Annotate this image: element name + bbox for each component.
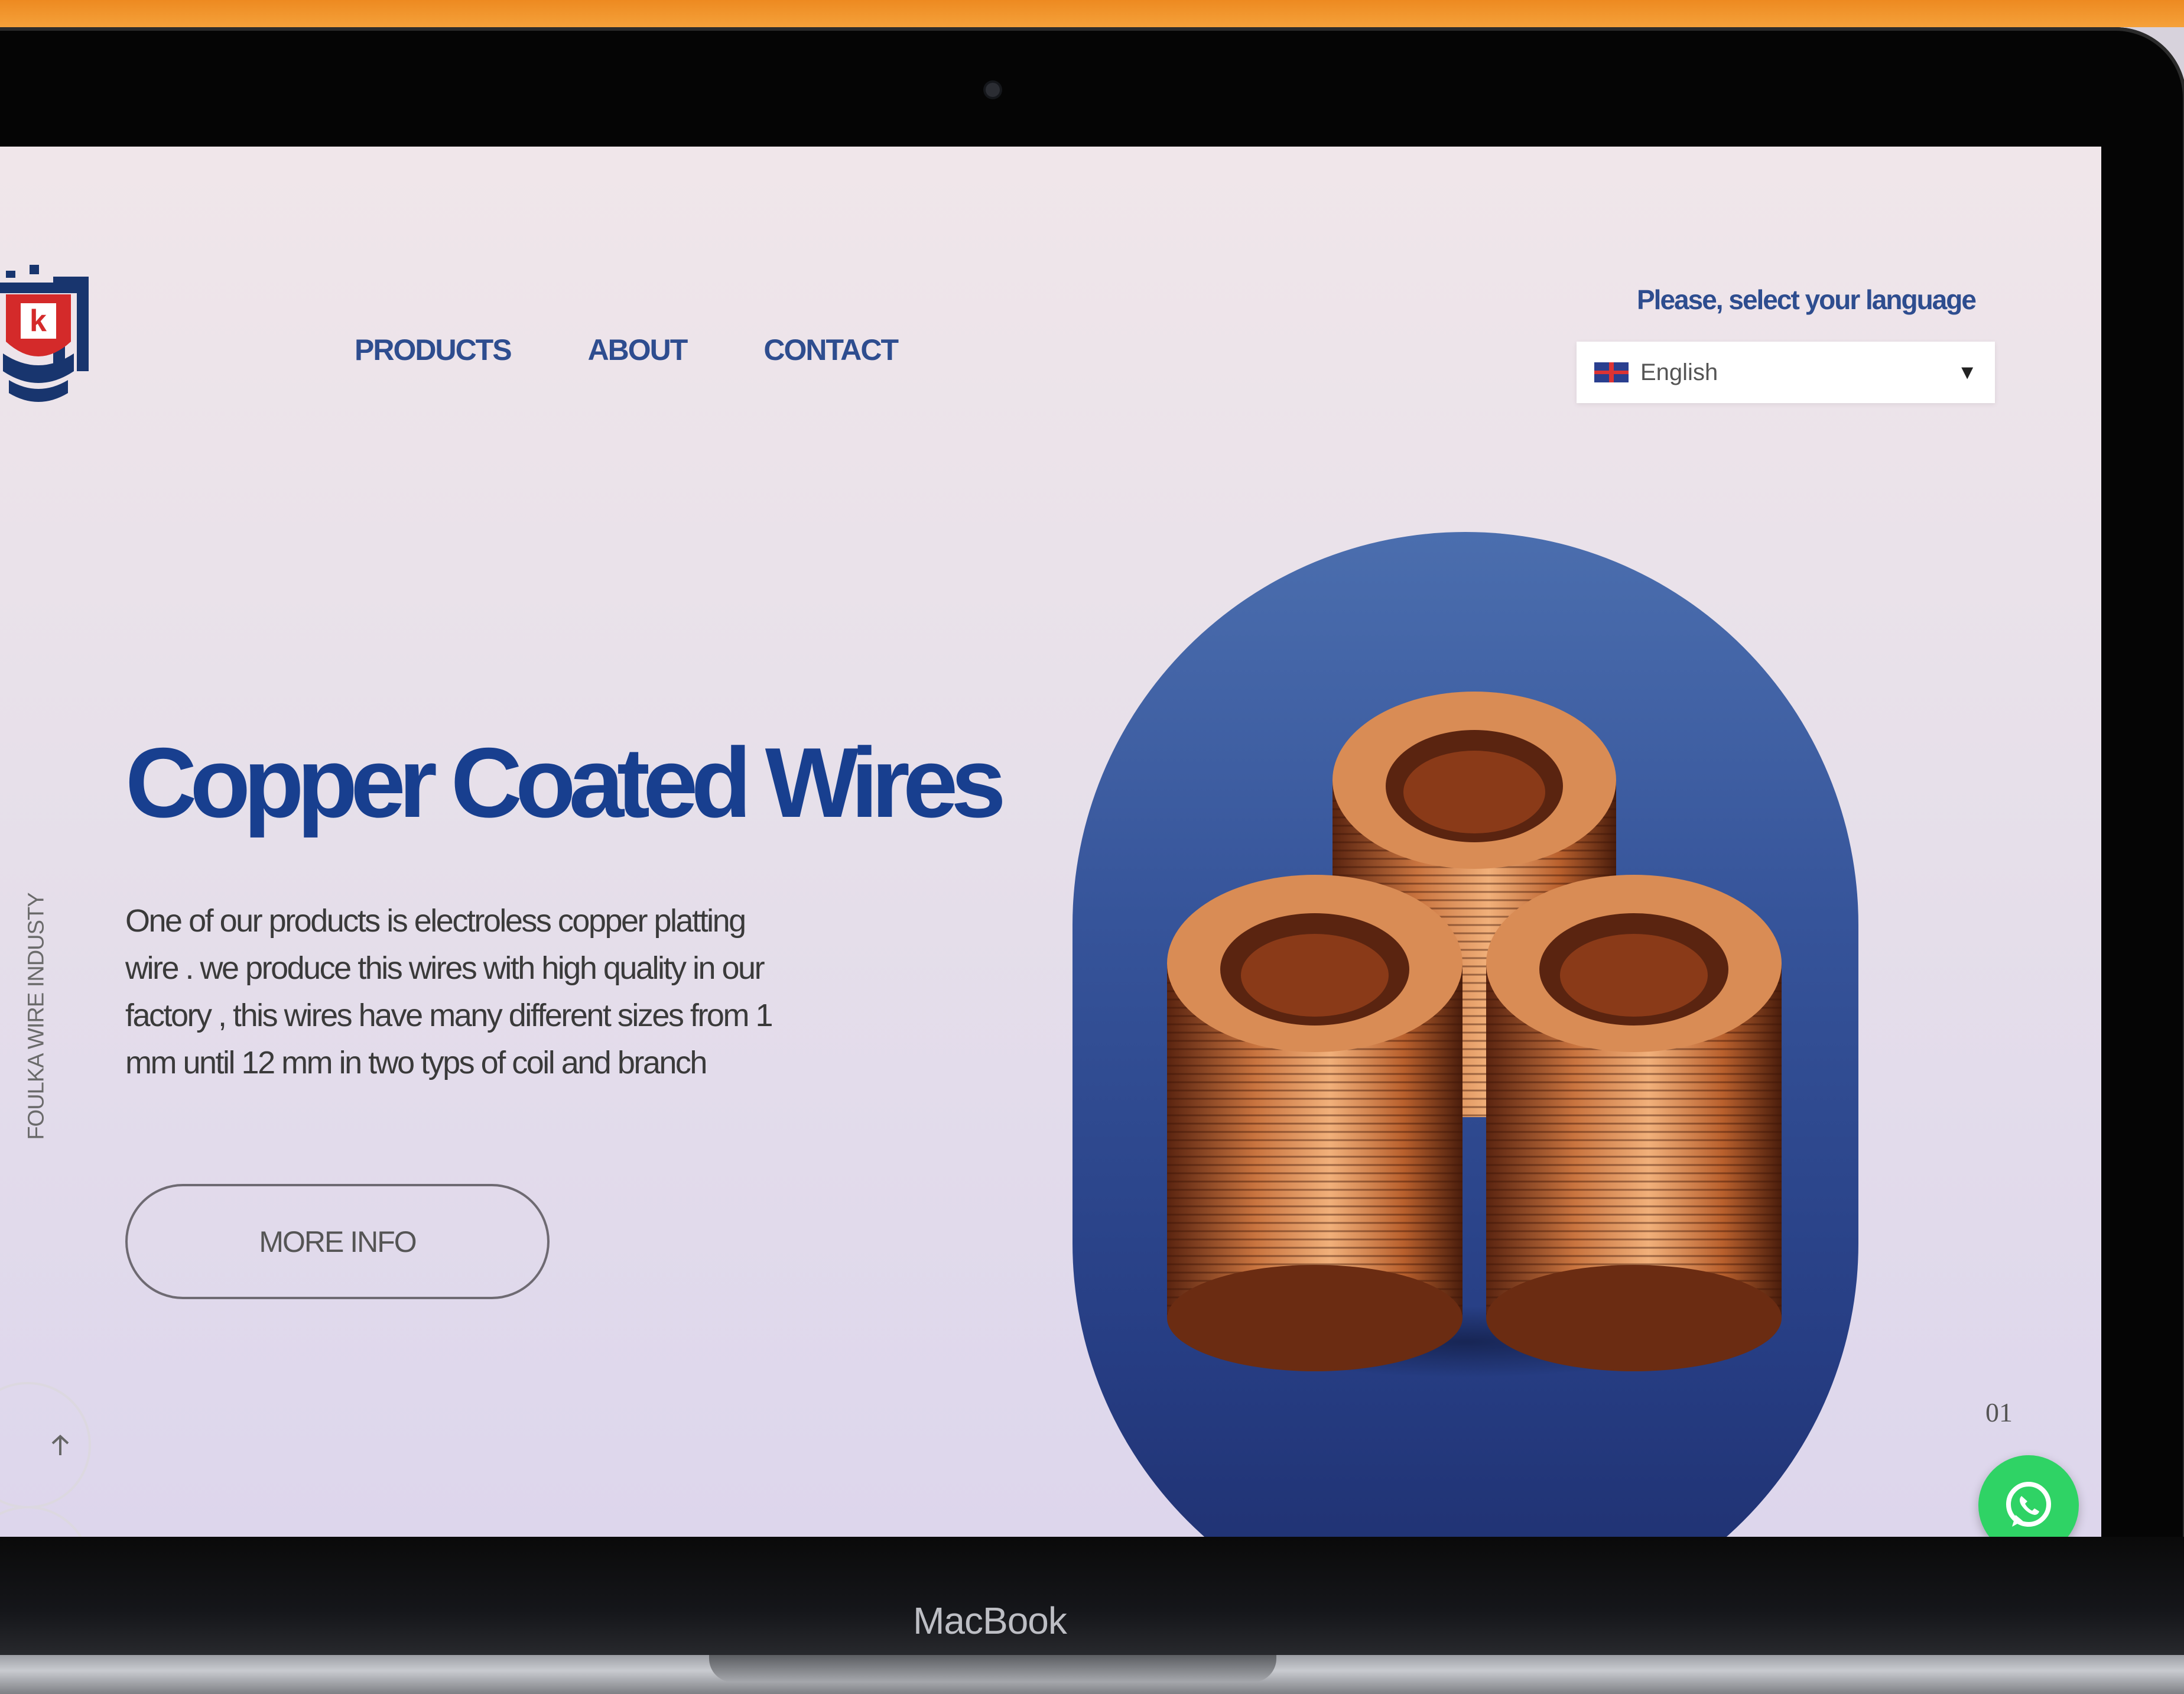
laptop-camera: [986, 83, 1000, 97]
hero-title: Copper Coated Wires: [125, 727, 1006, 838]
nav-contact[interactable]: CONTACT: [763, 333, 899, 367]
uk-flag-icon: [1594, 362, 1629, 382]
slide-counter-current: 01: [1985, 1397, 2013, 1427]
laptop-hinge-notch: [709, 1655, 1276, 1682]
brand-logo[interactable]: k: [0, 229, 100, 413]
copper-coils-image: [1167, 692, 1782, 1377]
svg-text:k: k: [30, 304, 47, 338]
website-screen: k PRODUCTS ABOUT CONTACT Please, select …: [0, 147, 2101, 1537]
nav-about[interactable]: ABOUT: [588, 333, 688, 367]
nav-products[interactable]: PRODUCTS: [355, 333, 512, 367]
more-info-button[interactable]: MORE INFO: [125, 1184, 550, 1299]
language-value: English: [1640, 359, 1718, 385]
arrow-down-icon[interactable]: [0, 1506, 91, 1537]
device-label: MacBook: [913, 1599, 1067, 1642]
caret-down-icon: ▼: [1957, 361, 1977, 384]
orange-frame: [0, 0, 2184, 27]
language-select[interactable]: English ▼: [1577, 342, 1995, 403]
language-prompt: Please, select your language: [1637, 284, 1977, 315]
main-nav: PRODUCTS ABOUT CONTACT: [355, 333, 899, 367]
side-label: FOULKA WIRE INDUSTY: [24, 893, 49, 1140]
hero-description: One of our products is electroless coppe…: [125, 903, 773, 1080]
arrow-up-icon[interactable]: [0, 1382, 91, 1508]
whatsapp-icon[interactable]: [1978, 1455, 2079, 1537]
product-image-panel: [1072, 532, 1858, 1537]
